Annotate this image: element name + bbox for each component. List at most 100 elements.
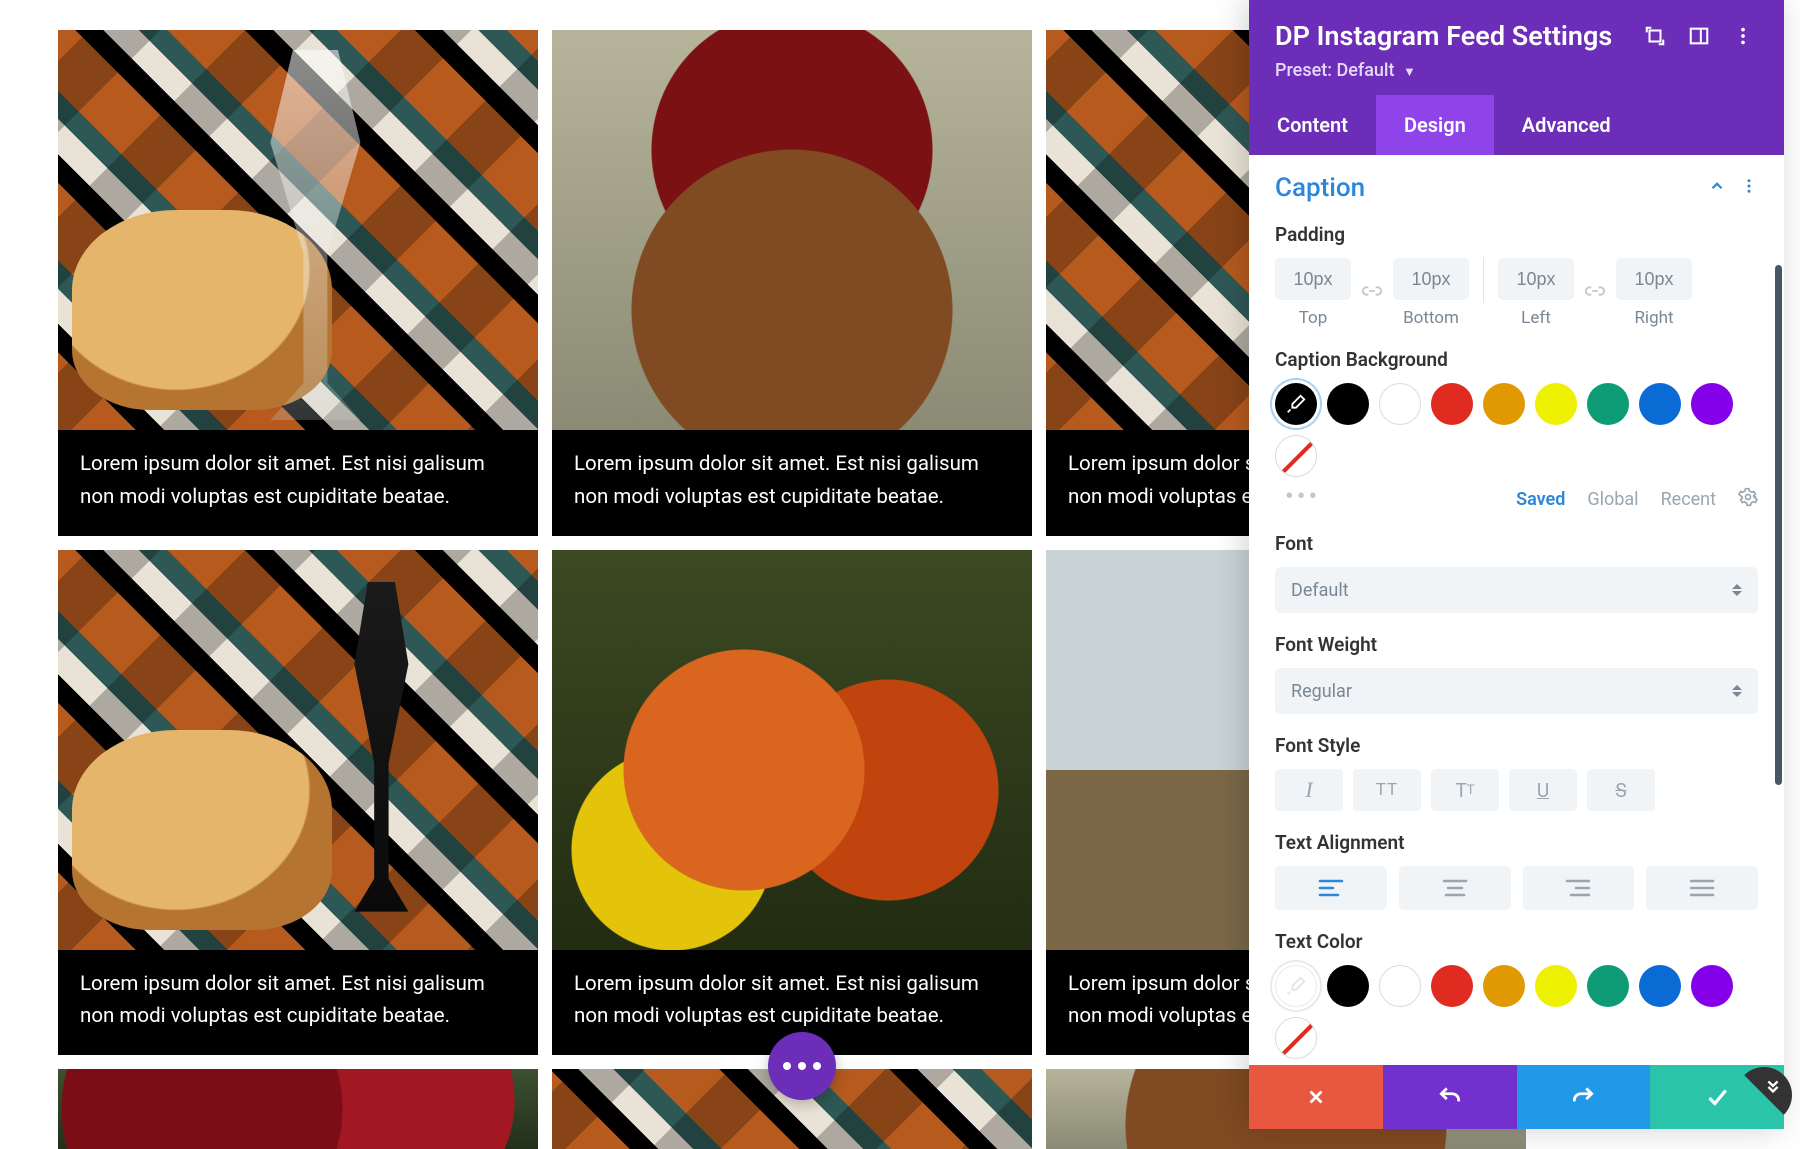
swatch-yellow[interactable] [1535,965,1577,1007]
redo-button[interactable] [1517,1065,1651,1129]
link-values-icon[interactable] [1584,280,1606,306]
feed-thumbnail [58,30,538,430]
swatch-teal[interactable] [1587,965,1629,1007]
caption-bg-swatches [1275,383,1758,477]
swatch-transparent[interactable] [1275,435,1317,477]
swatch-yellow[interactable] [1535,383,1577,425]
feed-item[interactable]: Lorem ipsum dolor sit amet. Est nisi gal… [552,550,1032,1056]
tab-design[interactable]: Design [1376,95,1494,155]
panel-footer [1249,1065,1784,1129]
padding-controls: Top Bottom Left [1275,258,1758,328]
dot-icon [783,1062,791,1070]
feed-item[interactable]: Lorem ipsum dolor sit amet. Est nisi gal… [552,30,1032,536]
sort-icon [1732,584,1742,596]
italic-toggle[interactable]: I [1275,769,1343,811]
preset-label: Preset: [1275,60,1332,81]
text-color-swatches [1275,965,1758,1059]
padding-bottom-sublabel: Bottom [1403,308,1459,328]
caption-bg-label: Caption Background [1275,348,1758,371]
snap-icon[interactable] [1684,21,1714,51]
align-right-button[interactable] [1523,866,1635,910]
swatch-purple[interactable] [1691,965,1733,1007]
settings-panel: DP Instagram Feed Settings Preset: Defau… [1249,0,1784,1129]
smallcaps-toggle[interactable]: TT [1431,769,1499,811]
expand-icon[interactable] [1640,21,1670,51]
swatch-blue[interactable] [1639,965,1681,1007]
feed-thumbnail [58,550,538,950]
feed-thumbnail [552,550,1032,950]
font-style-label: Font Style [1275,734,1758,757]
dot-icon [798,1062,806,1070]
swatch-black[interactable] [1327,383,1369,425]
color-picker-button[interactable] [1275,965,1317,1007]
swatch-black[interactable] [1327,965,1369,1007]
swatch-orange[interactable] [1483,965,1525,1007]
strikethrough-toggle[interactable]: S [1587,769,1655,811]
swatch-transparent[interactable] [1275,1017,1317,1059]
panel-header: DP Instagram Feed Settings Preset: Defau… [1249,0,1784,95]
preset-selector[interactable]: Preset: Default ▼ [1275,60,1758,81]
panel-tabs: Content Design Advanced [1249,95,1784,155]
link-values-icon[interactable] [1361,280,1383,306]
font-value: Default [1291,580,1349,601]
section-title: Caption [1275,173,1365,203]
feed-caption: Lorem ipsum dolor sit amet. Est nisi gal… [58,950,538,1056]
swatch-red[interactable] [1431,383,1473,425]
palette-tab-saved[interactable]: Saved [1516,489,1565,510]
text-color-label: Text Color [1275,930,1758,953]
padding-right-input[interactable] [1616,258,1692,300]
padding-label: Padding [1275,223,1758,246]
swatch-purple[interactable] [1691,383,1733,425]
sort-icon [1732,685,1742,697]
gear-icon[interactable] [1738,487,1758,512]
color-picker-button[interactable] [1275,383,1317,425]
panel-title: DP Instagram Feed Settings [1275,20,1626,52]
feed-thumbnail [58,1069,538,1149]
more-colors-icon[interactable]: ••• [1285,482,1320,512]
kebab-icon[interactable] [1728,21,1758,51]
feed-item[interactable]: Lorem ipsum dolor sit amet. Est nisi gal… [58,30,538,536]
padding-top-sublabel: Top [1299,308,1328,328]
swatch-white[interactable] [1379,383,1421,425]
font-select[interactable]: Default [1275,567,1758,613]
padding-right-sublabel: Right [1634,308,1673,328]
text-align-label: Text Alignment [1275,831,1758,854]
swatch-teal[interactable] [1587,383,1629,425]
scrollbar[interactable] [1775,265,1782,785]
undo-button[interactable] [1383,1065,1517,1129]
chevron-up-icon[interactable] [1708,177,1726,199]
feed-item[interactable]: Lorem ipsum dolor sit amet. Est nisi gal… [58,1069,538,1149]
swatch-orange[interactable] [1483,383,1525,425]
swatch-red[interactable] [1431,965,1473,1007]
align-center-button[interactable] [1399,866,1511,910]
section-header[interactable]: Caption [1275,173,1758,203]
feed-item[interactable]: Lorem ipsum dolor sit amet. Est nisi gal… [58,550,538,1056]
cancel-button[interactable] [1249,1065,1383,1129]
uppercase-toggle[interactable]: TT [1353,769,1421,811]
align-left-button[interactable] [1275,866,1387,910]
tab-advanced[interactable]: Advanced [1494,95,1639,155]
swatch-blue[interactable] [1639,383,1681,425]
font-style-buttons: I TT TT U S [1275,769,1758,811]
padding-bottom-input[interactable] [1393,258,1469,300]
tab-content[interactable]: Content [1249,95,1376,155]
swatch-white[interactable] [1379,965,1421,1007]
panel-body[interactable]: Caption Padding Top Bottom [1249,155,1784,1065]
align-justify-button[interactable] [1646,866,1758,910]
font-weight-value: Regular [1291,681,1352,702]
palette-tab-recent[interactable]: Recent [1661,489,1716,510]
padding-top-input[interactable] [1275,258,1351,300]
font-weight-select[interactable]: Regular [1275,668,1758,714]
padding-left-sublabel: Left [1521,308,1551,328]
divider [1483,257,1484,303]
underline-toggle[interactable]: U [1509,769,1577,811]
padding-left-input[interactable] [1498,258,1574,300]
font-weight-label: Font Weight [1275,633,1758,656]
palette-tab-global[interactable]: Global [1587,489,1638,510]
page-actions-fab[interactable] [768,1032,836,1100]
feed-caption: Lorem ipsum dolor sit amet. Est nisi gal… [552,430,1032,536]
chevron-down-icon: ▼ [1403,65,1416,80]
palette-tabs: Saved Global Recent [1516,487,1758,512]
kebab-icon[interactable] [1740,177,1758,199]
feed-thumbnail [552,30,1032,430]
